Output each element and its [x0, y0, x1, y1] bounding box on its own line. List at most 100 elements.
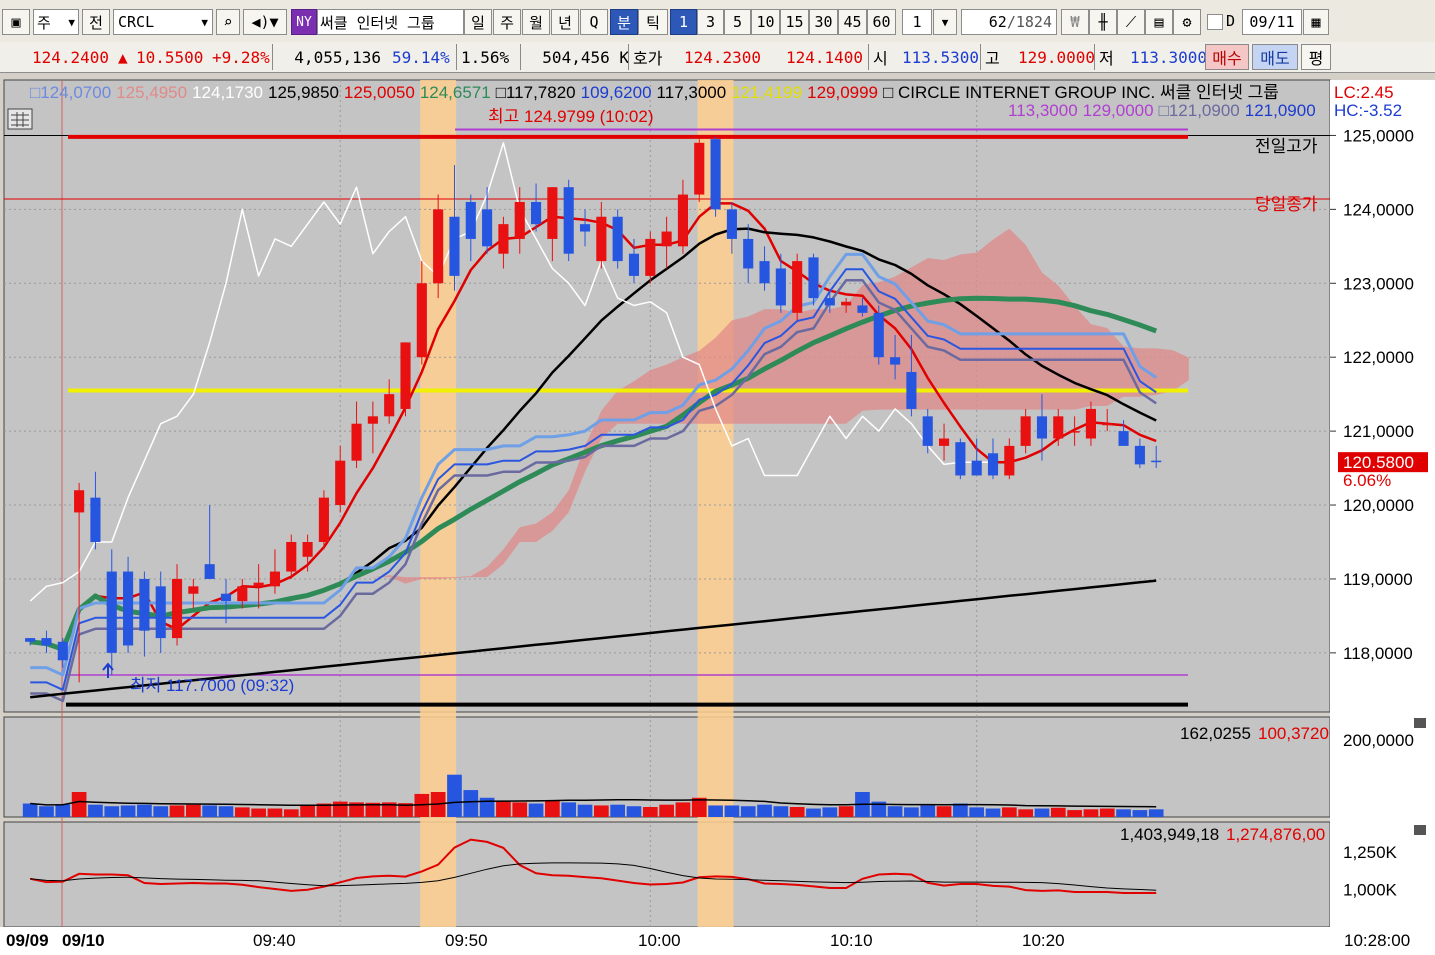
price-tick-label: 123,0000 — [1343, 274, 1414, 293]
exchange-badge: NY — [291, 9, 317, 35]
tab-interval-30[interactable]: 30 — [809, 9, 838, 35]
flat-button[interactable]: 평 — [1301, 44, 1331, 70]
indicator-value: 125,4950 — [116, 83, 187, 102]
indicator-value: 124,6571 — [420, 83, 491, 102]
candle-body — [514, 201, 525, 239]
save-icon[interactable]: ▤ — [1145, 9, 1173, 35]
change: 10.5500 — [136, 47, 204, 67]
volume-bar — [447, 774, 462, 817]
tab-interval-60[interactable]: 60 — [867, 9, 896, 35]
tab-interval-3[interactable]: 3 — [697, 9, 724, 35]
calendar-icon[interactable]: ▦ — [1303, 9, 1329, 35]
high-marker: 최고 124.9799 (10:02) — [488, 107, 654, 126]
speaker-icon[interactable]: ◀)▼ — [243, 9, 287, 35]
candle-body — [759, 261, 770, 284]
layout-icon[interactable]: ▣ — [2, 9, 30, 35]
multiplier-input[interactable]: 1 — [902, 9, 932, 35]
tab-period-4[interactable]: Q — [580, 9, 608, 35]
volume-bar — [1067, 810, 1082, 817]
sell-button[interactable]: 매도 — [1252, 44, 1298, 70]
price-tick-label: 121,0000 — [1343, 422, 1414, 441]
time-label: 09:40 — [253, 931, 296, 950]
line-tool-icon[interactable]: ⟋ — [1117, 9, 1145, 35]
candle-body — [792, 261, 803, 313]
volume-bar — [757, 804, 772, 817]
candle-body — [677, 194, 688, 247]
candle-body — [987, 453, 999, 476]
time-label: 09/09 — [6, 931, 49, 950]
volume-bar — [708, 805, 723, 817]
tab-period-2[interactable]: 월 — [522, 9, 550, 35]
all-button[interactable]: 전 — [82, 9, 110, 35]
open-label: 시 — [868, 44, 888, 70]
table-icon[interactable] — [7, 108, 33, 130]
candle-body — [384, 394, 395, 417]
date-checkbox[interactable] — [1207, 14, 1223, 30]
tab-interval-45[interactable]: 45 — [838, 9, 867, 35]
volume-bar — [985, 808, 1001, 817]
candle-body — [220, 593, 232, 602]
volume-header-2: 100,3720 — [1258, 724, 1329, 743]
gear-icon[interactable]: ⚙ — [1173, 9, 1201, 35]
candle-body — [547, 187, 558, 239]
candle-body — [906, 371, 917, 409]
turnover: 1.56% — [456, 44, 509, 70]
volume-bar — [300, 805, 315, 817]
bid-price: 124.1400 — [786, 47, 864, 67]
low-marker: 최저 117.7000 (09:32) — [130, 676, 294, 695]
volume-bar — [104, 806, 120, 817]
tab-minute[interactable]: 분 — [610, 9, 638, 35]
volume-bar — [789, 807, 805, 817]
candle-body — [302, 541, 313, 557]
candle-body — [612, 216, 623, 262]
volume-bar — [1116, 809, 1131, 817]
candle-body — [1004, 445, 1015, 476]
candle-tool-icon[interactable]: ╫ — [1089, 9, 1117, 35]
tab-period-3[interactable]: 년 — [551, 9, 579, 35]
chevron-down-icon[interactable]: ▼ — [933, 9, 957, 35]
last-price-tag: 120.5800 — [1343, 453, 1414, 472]
tab-interval-5[interactable]: 5 — [724, 9, 751, 35]
volume-bar — [496, 801, 511, 817]
candle-body — [857, 305, 868, 313]
volume-bar — [1148, 809, 1164, 817]
search-icon[interactable]: ⌕ — [216, 9, 240, 35]
tab-interval-10[interactable]: 10 — [751, 9, 780, 35]
candle-body — [449, 216, 460, 276]
buy-button[interactable]: 매수 — [1205, 44, 1249, 70]
tab-interval-1[interactable]: 1 — [670, 9, 697, 35]
date-input[interactable]: 09/11 — [1242, 9, 1302, 35]
tab-period-0[interactable]: 일 — [464, 9, 492, 35]
candle-body — [726, 209, 737, 239]
candle-body — [824, 298, 835, 306]
indicator-value: 129,0000 — [1083, 101, 1154, 120]
time-axis-bg — [0, 927, 1435, 955]
currency-icon[interactable]: ₩ — [1061, 9, 1089, 35]
market-select[interactable]: 주 ▼ — [33, 9, 79, 35]
volume-bar — [234, 807, 250, 817]
candle-body — [286, 541, 297, 572]
collapse-volume-icon[interactable] — [1414, 718, 1426, 728]
volume-bar — [528, 803, 544, 817]
candle-body — [188, 586, 199, 594]
volume-bar — [218, 806, 234, 817]
price-tick-label: 122,0000 — [1343, 348, 1414, 367]
indicator-value: 121,4199 — [731, 83, 802, 102]
tab-period-1[interactable]: 주 — [493, 9, 521, 35]
indicator-values-2: 113,3000 129,0000 □121,0900 121,0900 — [1008, 101, 1316, 120]
indicator-value: 129,0999 — [807, 83, 878, 102]
candle-body — [873, 312, 884, 358]
volume-bar — [88, 804, 103, 817]
up-arrow-icon: ▲ — [118, 47, 128, 67]
volume: 4,055,136 — [272, 44, 385, 70]
symbol-input[interactable]: CRCL ▼ — [113, 9, 213, 35]
tab-tick[interactable]: 틱 — [638, 9, 668, 35]
bid-label: 호가 — [628, 44, 662, 70]
candle-body — [645, 238, 656, 276]
high-price: 129.0000 — [1018, 47, 1096, 67]
tab-interval-15[interactable]: 15 — [780, 9, 809, 35]
panel-bg-1 — [3, 716, 1331, 818]
collapse-amount-icon[interactable] — [1414, 825, 1426, 835]
chart-area[interactable]: 125,0000 124,0000 123,0000 122,0000 121,0000… — [0, 72, 1435, 955]
bar-count-field[interactable]: 62/1824 — [961, 9, 1057, 35]
